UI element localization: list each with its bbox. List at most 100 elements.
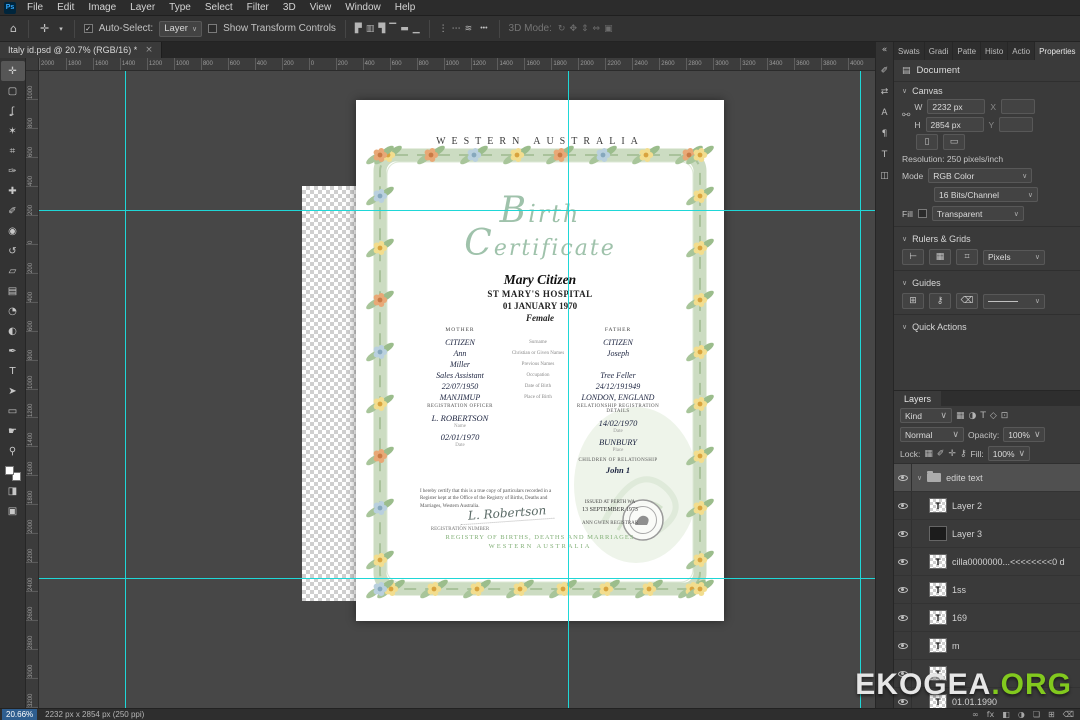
slide-3d-icon[interactable]: ⇔ [593, 24, 601, 34]
color-swatches[interactable] [4, 466, 21, 481]
pen-tool[interactable]: ✒ [1, 341, 25, 361]
link-dimensions-icon[interactable]: ⚯ [902, 110, 910, 121]
distribute-vertical-icon[interactable]: ⋯ [452, 24, 461, 34]
menu-window[interactable]: Window [338, 0, 388, 15]
orientation-landscape-button[interactable]: ▭ [943, 134, 965, 150]
rectangular-marquee-tool[interactable]: ▢ [1, 81, 25, 101]
guide-vertical[interactable] [568, 71, 569, 708]
screen-mode-icon[interactable]: ▣ [1, 501, 25, 521]
foreground-color-chip[interactable] [4, 466, 14, 475]
filter-smart-objects-icon[interactable]: ⊡ [1001, 411, 1009, 421]
clone-stamp-tool[interactable]: ◉ [1, 221, 25, 241]
blend-mode-dropdown[interactable]: Normal ∨ [900, 427, 964, 442]
layer-row[interactable]: Layer 3 [894, 520, 1080, 548]
home-3d-icon[interactable]: ▣ [604, 24, 613, 34]
lock-transparent-pixels-icon[interactable]: ▦ [924, 449, 933, 459]
zoom-level[interactable]: 20.66% [2, 709, 38, 720]
canvas-area[interactable]: WESTERN AUSTRALIA Birth Certificate Mary… [39, 71, 875, 708]
adjustment-layer-icon[interactable]: ◑ [1018, 710, 1025, 719]
layer-effects-icon[interactable]: fx [987, 710, 995, 719]
show-transform-checkbox[interactable] [208, 24, 218, 33]
visibility-toggle[interactable] [894, 492, 912, 519]
vertical-ruler[interactable]: 1000 800 600 400 200 0 200 400 600 800 1000 1200 140… [26, 71, 39, 708]
document-tab[interactable]: Italy id.psd @ 20.7% (RGB/16) * × [0, 42, 162, 58]
menu-image[interactable]: Image [81, 0, 123, 15]
align-bottom-icon[interactable]: ▁ [413, 24, 420, 34]
lock-guides-button[interactable]: ⚷ [929, 293, 951, 309]
canvas-fill-dropdown[interactable]: Transparent ∨ [931, 206, 1024, 221]
blur-tool[interactable]: ◔ [1, 301, 25, 321]
type-tool[interactable]: T [1, 361, 25, 381]
width-field[interactable]: 2232 px [927, 99, 986, 114]
visibility-toggle[interactable] [894, 632, 912, 659]
opacity-dropdown[interactable]: 100% ∨ [1003, 427, 1046, 442]
chevron-down-icon[interactable]: ▾ [57, 25, 65, 33]
ruler-origin-corner[interactable] [26, 58, 39, 70]
link-layers-icon[interactable]: ∞ [972, 710, 979, 719]
history-brush-tool[interactable]: ↺ [1, 241, 25, 261]
height-field[interactable]: 2854 px [925, 117, 984, 132]
new-layer-icon[interactable]: ⊞ [1048, 710, 1055, 719]
visibility-toggle[interactable] [894, 688, 912, 708]
filter-shape-layers-icon[interactable]: ◇ [990, 411, 997, 421]
guide-vertical[interactable] [125, 71, 126, 708]
eyedropper-tool[interactable]: ✑ [1, 161, 25, 181]
panel-tab-swats[interactable]: Swats [894, 42, 925, 60]
menu-type[interactable]: Type [162, 0, 198, 15]
gradient-tool[interactable]: ▤ [1, 281, 25, 301]
menu-3d[interactable]: 3D [276, 0, 303, 15]
layer-row[interactable]: T 1ss [894, 576, 1080, 604]
close-icon[interactable]: × [145, 45, 153, 55]
panel-tab-gradi[interactable]: Gradi [925, 42, 954, 60]
pan-3d-icon[interactable]: ✥ [569, 24, 577, 34]
align-left-icon[interactable]: ▛ [355, 24, 362, 34]
menu-filter[interactable]: Filter [240, 0, 276, 15]
quick-mask-icon[interactable]: ◨ [1, 481, 25, 501]
layer-row[interactable]: ∨ edite text [894, 464, 1080, 492]
guides-section-header[interactable]: ∨ Guides [894, 274, 1080, 291]
layer-filter-kind-dropdown[interactable]: Kind ∨ [900, 408, 952, 423]
auto-select-checkbox[interactable]: ✓ [83, 24, 93, 33]
expand-caret-icon[interactable]: ∨ [917, 474, 922, 482]
visibility-toggle[interactable] [894, 604, 912, 631]
panel-tab-properties[interactable]: Properties [1035, 42, 1080, 60]
filter-pixel-layers-icon[interactable]: ▦ [956, 411, 965, 421]
type-panel-icon[interactable]: T [882, 150, 888, 160]
collapse-panels-icon[interactable]: « [882, 45, 888, 55]
more-options-icon[interactable]: ••• [478, 25, 489, 32]
brush-tool[interactable]: ✐ [1, 201, 25, 221]
lasso-tool[interactable]: ʆ [1, 101, 25, 121]
lock-all-icon[interactable]: ⚷ [960, 449, 967, 459]
rectangle-tool[interactable]: ▭ [1, 401, 25, 421]
visibility-toggle[interactable] [894, 660, 912, 687]
toggle-snap-button[interactable]: ⌗ [956, 249, 978, 265]
filter-adjustment-layers-icon[interactable]: ◑ [969, 411, 977, 421]
canvas-section-header[interactable]: ∨ Canvas [894, 82, 1080, 99]
layer-row[interactable]: Tcilla0000000...<<<<<<<<0 d [894, 548, 1080, 576]
path-selection-tool[interactable]: ➤ [1, 381, 25, 401]
new-guide-button[interactable]: ⊞ [902, 293, 924, 309]
layer-row[interactable]: T 169 [894, 604, 1080, 632]
panel-tab-patte[interactable]: Patte [953, 42, 982, 60]
panel-tab-histo[interactable]: Histo [981, 42, 1009, 60]
y-field[interactable] [999, 117, 1034, 132]
rulers-grids-section-header[interactable]: ∨ Rulers & Grids [894, 230, 1080, 247]
toggle-rulers-button[interactable]: ⊢ [902, 249, 924, 265]
auto-select-dropdown[interactable]: Layer ∨ [159, 20, 203, 37]
visibility-toggle[interactable] [894, 576, 912, 603]
guide-vertical[interactable] [860, 71, 861, 708]
layer-row[interactable]: T 01.01.1990 [894, 688, 1080, 708]
certificate-document[interactable]: WESTERN AUSTRALIA Birth Certificate Mary… [356, 100, 724, 621]
hand-tool[interactable]: ☛ [1, 421, 25, 441]
ruler-units-dropdown[interactable]: Pixels ∨ [983, 249, 1045, 265]
delete-layer-icon[interactable]: ⌫ [1063, 710, 1074, 719]
visibility-toggle[interactable] [894, 520, 912, 547]
move-tool-preset-icon[interactable]: ✛ [38, 22, 51, 35]
align-top-icon[interactable]: ▔ [389, 24, 396, 34]
color-mode-dropdown[interactable]: RGB Color ∨ [928, 168, 1033, 183]
dolly-3d-icon[interactable]: ⇕ [581, 24, 589, 34]
crop-tool[interactable]: ⌗ [1, 141, 25, 161]
menu-view[interactable]: View [303, 0, 339, 15]
quick-actions-section-header[interactable]: ∨ Quick Actions [894, 318, 1080, 335]
align-middle-icon[interactable]: ▬ [400, 24, 409, 34]
